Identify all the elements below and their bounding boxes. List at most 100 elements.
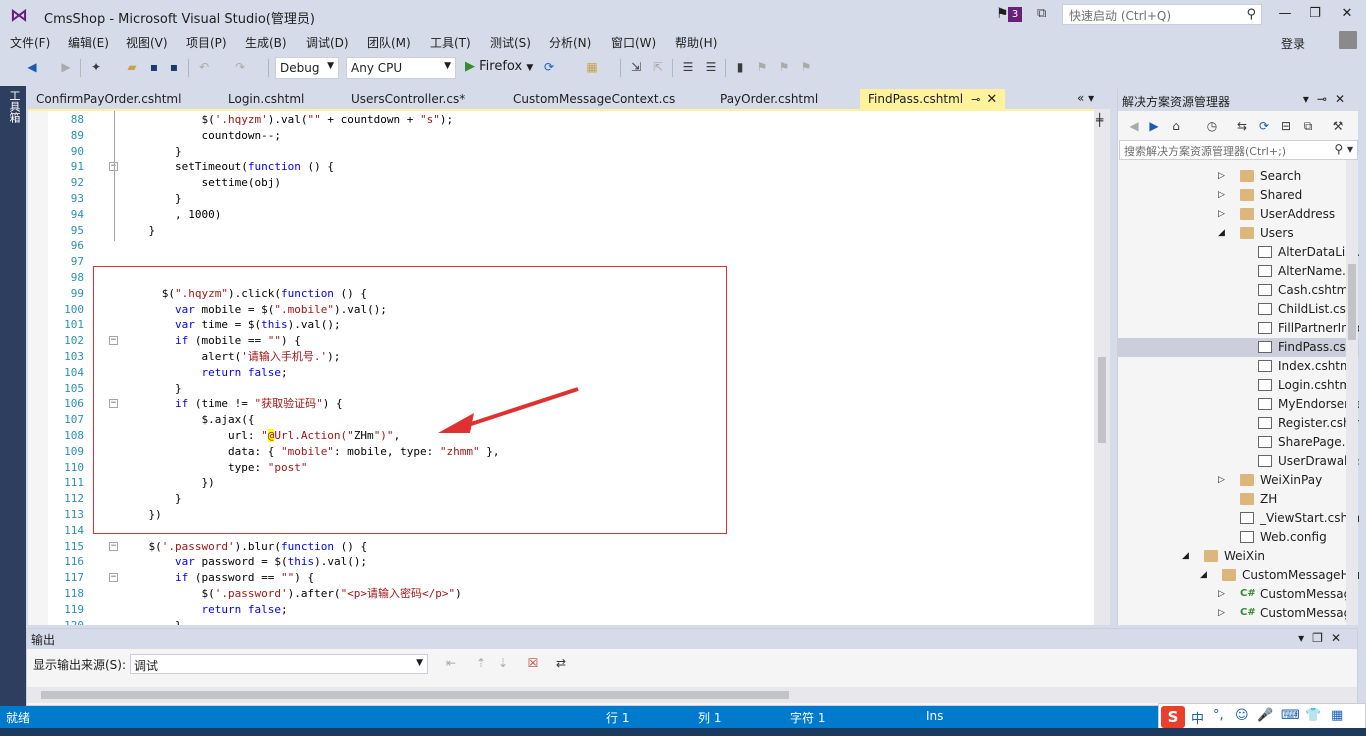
solution-search-input[interactable]: 搜索解决方案资源管理器(Ctrl+;) ⚲ ▾ — [1119, 140, 1358, 160]
tree-item[interactable]: ▷ Search — [1118, 167, 1359, 186]
scrollbar-thumb[interactable] — [1348, 264, 1356, 340]
expand-arrow-icon[interactable]: ▷ — [1218, 471, 1225, 490]
ime-keyboard-icon[interactable]: ⌨ — [1281, 708, 1300, 723]
code-line[interactable]: 94 , 1000) — [28, 207, 1088, 223]
menu-test[interactable]: 测试(S) — [490, 34, 531, 51]
avatar[interactable] — [1339, 31, 1357, 49]
editor-vertical-scrollbar[interactable]: ╪ — [1094, 109, 1110, 625]
tree-item[interactable]: Login.cshtml — [1118, 376, 1359, 395]
fold-toggle-icon[interactable]: − — [109, 399, 118, 409]
undo-icon[interactable]: ↶ — [196, 59, 212, 75]
code-line[interactable]: 96 — [28, 238, 1088, 254]
open-folder-icon[interactable]: ▰ — [124, 59, 140, 75]
tree-item[interactable]: ◢ CustomMessageHan — [1118, 566, 1359, 585]
bookmark-icon[interactable]: ▮ — [732, 59, 748, 75]
code-line[interactable]: 111 }) — [28, 475, 1088, 491]
output-source-select[interactable]: 调试 ▼ — [130, 654, 428, 674]
code-editor[interactable]: 88 $('.hqyzm').val("" + countdown + "s")… — [28, 109, 1110, 625]
tree-item[interactable]: ▷ Shared — [1118, 186, 1359, 205]
fold-toggle-icon[interactable]: − — [109, 336, 118, 346]
tree-item[interactable]: ▷ C# CustomMessageH — [1118, 604, 1359, 623]
start-debugging-button[interactable]: ▶ Firefox ▼ — [465, 59, 533, 74]
panel-controls[interactable]: ▾❐✕ — [1298, 631, 1349, 645]
expand-arrow-icon[interactable]: ▷ — [1218, 205, 1225, 224]
tree-item[interactable]: Cash.cshtml — [1118, 281, 1359, 300]
fold-toggle-icon[interactable]: − — [109, 573, 118, 583]
ime-punctuation[interactable]: °, — [1213, 708, 1224, 723]
tree-item[interactable]: FindPass.cshtm — [1118, 338, 1359, 357]
home-icon[interactable]: ⌂ — [1168, 118, 1184, 134]
back-icon[interactable]: ◀ — [1126, 118, 1142, 134]
code-line[interactable]: 88 $('.hqyzm').val("" + countdown + "s")… — [28, 112, 1088, 128]
code-line[interactable]: 115 − $('.password').blur(function () { — [28, 539, 1088, 555]
save-icon[interactable]: ▪ — [146, 59, 162, 75]
login-link[interactable]: 登录 — [1281, 35, 1305, 52]
sync-icon[interactable]: ⇆ — [1234, 118, 1250, 134]
platform-select[interactable]: Any CPU ▼ — [346, 57, 456, 79]
collapse-arrow-icon[interactable]: ◢ — [1218, 224, 1225, 243]
tree-item[interactable]: ▷ WeiXinPay — [1118, 471, 1359, 490]
indent-icon[interactable]: ☰ — [703, 59, 719, 75]
tree-item[interactable]: _ViewStart.cshtml — [1118, 509, 1359, 528]
tree-item[interactable]: ZH — [1118, 490, 1359, 509]
forward-icon[interactable]: ▶ — [1146, 118, 1162, 134]
collapse-arrow-icon[interactable]: ◢ — [1182, 547, 1189, 566]
expand-arrow-icon[interactable]: ▷ — [1218, 186, 1225, 205]
fold-toggle-icon[interactable]: − — [109, 541, 118, 551]
tree-item[interactable]: ◢ Users — [1118, 224, 1359, 243]
browser-link-icon[interactable]: ▦ — [584, 59, 600, 75]
expand-arrow-icon[interactable]: ▷ — [1218, 604, 1225, 623]
menu-team[interactable]: 团队(M) — [367, 34, 411, 51]
quick-launch-input[interactable]: 快速启动 (Ctrl+Q) ⚲ — [1062, 4, 1262, 25]
collapse-arrow-icon[interactable]: ◢ — [1200, 566, 1207, 585]
step-over-icon[interactable]: ⇱ — [650, 59, 666, 75]
code-line[interactable]: 97 — [28, 254, 1088, 270]
menu-project[interactable]: 项目(P) — [186, 34, 227, 51]
tree-item[interactable]: MyEndorseme — [1118, 395, 1359, 414]
minimize-button[interactable]: — — [1270, 4, 1300, 24]
tree-item[interactable]: ▷ UserAddress — [1118, 205, 1359, 224]
tab-custommessagecontext[interactable]: CustomMessageContext.cs — [505, 89, 683, 109]
code-line[interactable]: 104 return false; — [28, 365, 1088, 381]
tab-confirmpayorder[interactable]: ConfirmPayOrder.cshtml — [28, 89, 189, 109]
ime-skin-icon[interactable]: 👕 — [1305, 708, 1321, 723]
save-all-icon[interactable]: ▪ — [166, 59, 182, 75]
tab-overflow-icon[interactable]: « ▾ — [1077, 91, 1094, 105]
expand-arrow-icon[interactable]: ▷ — [1218, 167, 1225, 186]
tab-findpass[interactable]: FindPass.cshtml ⊸ ✕ — [860, 89, 1006, 109]
ime-chinese-mode[interactable]: 中 — [1191, 708, 1204, 727]
code-line[interactable]: 119 return false; — [28, 602, 1088, 618]
toolbox-strip[interactable] — [0, 86, 26, 706]
toolbox-label[interactable]: 工具箱 — [5, 90, 21, 123]
code-line[interactable]: 120 } — [28, 618, 1088, 625]
pin-icon[interactable]: ⊸ — [971, 93, 980, 106]
clear-bookmarks-icon[interactable]: ⚑ — [798, 59, 814, 75]
split-icon[interactable]: ╪ — [1096, 113, 1103, 127]
code-line[interactable]: 99 $(".hqyzm").click(function () { — [28, 286, 1088, 302]
tab-payorder[interactable]: PayOrder.cshtml — [712, 89, 826, 109]
close-tab-icon[interactable]: ✕ — [986, 92, 997, 107]
code-line[interactable]: 113 }) — [28, 507, 1088, 523]
code-line[interactable]: 92 settime(obj) — [28, 175, 1088, 191]
close-window-button[interactable]: ✕ — [1332, 4, 1362, 24]
notifications-button[interactable]: ⚑ 3 — [996, 6, 1026, 24]
forward-icon[interactable]: ▶ — [58, 59, 74, 75]
refresh-icon[interactable]: ⟳ — [541, 59, 557, 75]
panel-controls[interactable]: ▾⊸✕ — [1303, 92, 1353, 106]
clear-all-icon[interactable]: ☒ — [525, 655, 541, 671]
tree-item[interactable]: FillPartnerInfo. — [1118, 319, 1359, 338]
expand-arrow-icon[interactable]: ▷ — [1218, 585, 1225, 604]
code-line[interactable]: 90 } — [28, 144, 1088, 160]
back-icon[interactable]: ◀ — [24, 59, 40, 75]
menu-file[interactable]: 文件(F) — [10, 34, 50, 51]
prev-message-icon[interactable]: ⇡ — [473, 655, 489, 671]
code-line[interactable]: 110 type: "post" — [28, 460, 1088, 476]
word-wrap-icon[interactable]: ⇄ — [553, 655, 569, 671]
collapse-all-icon[interactable]: ⊟ — [1278, 118, 1294, 134]
menu-tools[interactable]: 工具(T) — [430, 34, 471, 51]
ime-voice-icon[interactable]: 🎤 — [1257, 708, 1273, 723]
code-line[interactable]: 98 — [28, 270, 1088, 286]
tree-item[interactable]: AlterName.csh — [1118, 262, 1359, 281]
code-line[interactable]: 91− setTimeout(function () { — [28, 159, 1088, 175]
tree-item[interactable]: ChildList.cshtm — [1118, 300, 1359, 319]
